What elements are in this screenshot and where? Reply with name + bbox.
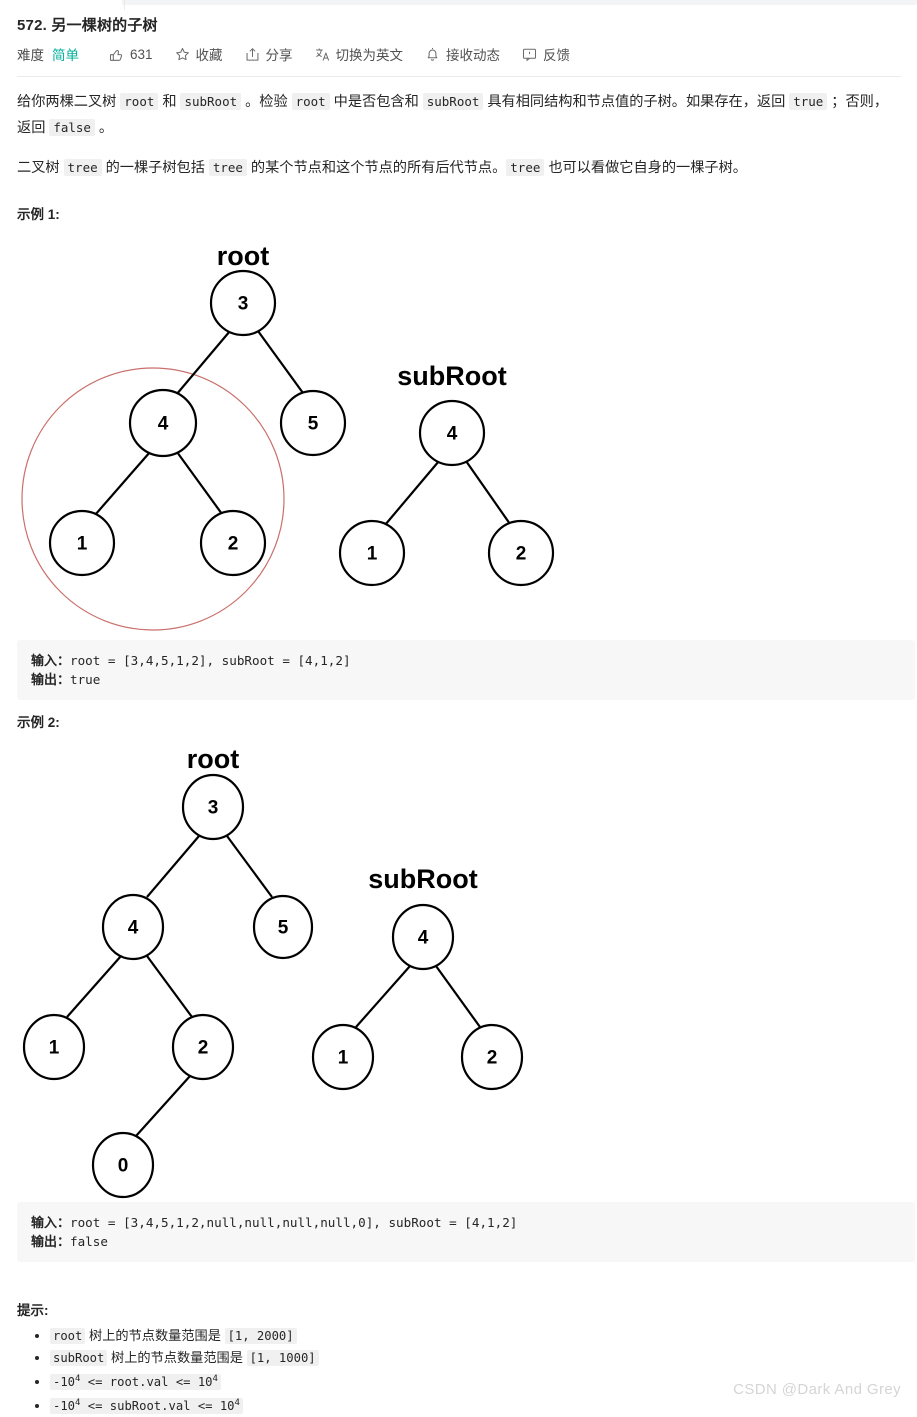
hint-code: root [50, 1328, 86, 1344]
example-2-io: 输入：root = [3,4,5,1,2,null,null,null,null… [17, 1202, 915, 1262]
tree-node-value: 2 [198, 1038, 209, 1059]
tree-edge [226, 835, 273, 898]
hints-title: 提示: [17, 1303, 49, 1318]
hint-text: 树上的节点数量范围是 [85, 1328, 225, 1343]
tree-edge [146, 835, 200, 898]
tree-edge [355, 965, 411, 1028]
hint-item: -104 <= subRoot.val <= 104 [50, 1393, 319, 1417]
hint-base: -10 [53, 1375, 76, 1390]
tree-edge [146, 955, 193, 1018]
tree-node-value: 2 [487, 1048, 498, 1069]
tree-node-value: 3 [208, 798, 219, 819]
tree-node-value: 0 [118, 1156, 129, 1177]
hint-exponent: 4 [234, 1398, 240, 1409]
hint-exponent: 4 [212, 1374, 218, 1384]
root-tree-title: root [187, 744, 239, 774]
tree-node-value: 5 [278, 918, 289, 939]
hint-item: root 树上的节点数量范围是 [1, 2000] [50, 1325, 319, 1347]
tree-edge [435, 965, 481, 1028]
hint-inequality: -104 <= root.val <= 104 [50, 1374, 221, 1391]
hint-range: [1, 2000] [224, 1328, 297, 1344]
tree-edge [135, 1075, 191, 1137]
tree-node-value: 1 [338, 1048, 349, 1069]
watermark: CSDN @Dark And Grey [733, 1381, 901, 1398]
output-value: false [70, 1234, 108, 1249]
tree-node-value: 4 [128, 918, 139, 939]
hint-text: 树上的节点数量范围是 [107, 1350, 247, 1365]
input-key: 输入： [31, 1215, 71, 1230]
hint-item: -104 <= root.val <= 104 [50, 1369, 319, 1393]
subroot-tree-title: subRoot [368, 864, 477, 894]
tree-node-value: 4 [418, 928, 429, 949]
tree-node-value: 1 [49, 1038, 60, 1059]
tree-edge [66, 955, 122, 1018]
example-2-figure: 3 4 5 1 2 0 4 1 2 root subRoot [22, 744, 524, 1199]
hint-mid: <= subRoot.val <= 10 [80, 1399, 235, 1414]
input-value: root = [3,4,5,1,2,null,null,null,null,0]… [70, 1215, 518, 1230]
output-key: 输出： [31, 1234, 71, 1249]
hint-code: subRoot [50, 1350, 108, 1366]
hints-list: root 树上的节点数量范围是 [1, 2000] subRoot 树上的节点数… [17, 1325, 319, 1417]
hint-mid: <= root.val <= 10 [80, 1375, 213, 1390]
hint-item: subRoot 树上的节点数量范围是 [1, 1000] [50, 1347, 319, 1369]
hint-base: -10 [53, 1399, 76, 1414]
hint-range: [1, 1000] [246, 1350, 319, 1366]
